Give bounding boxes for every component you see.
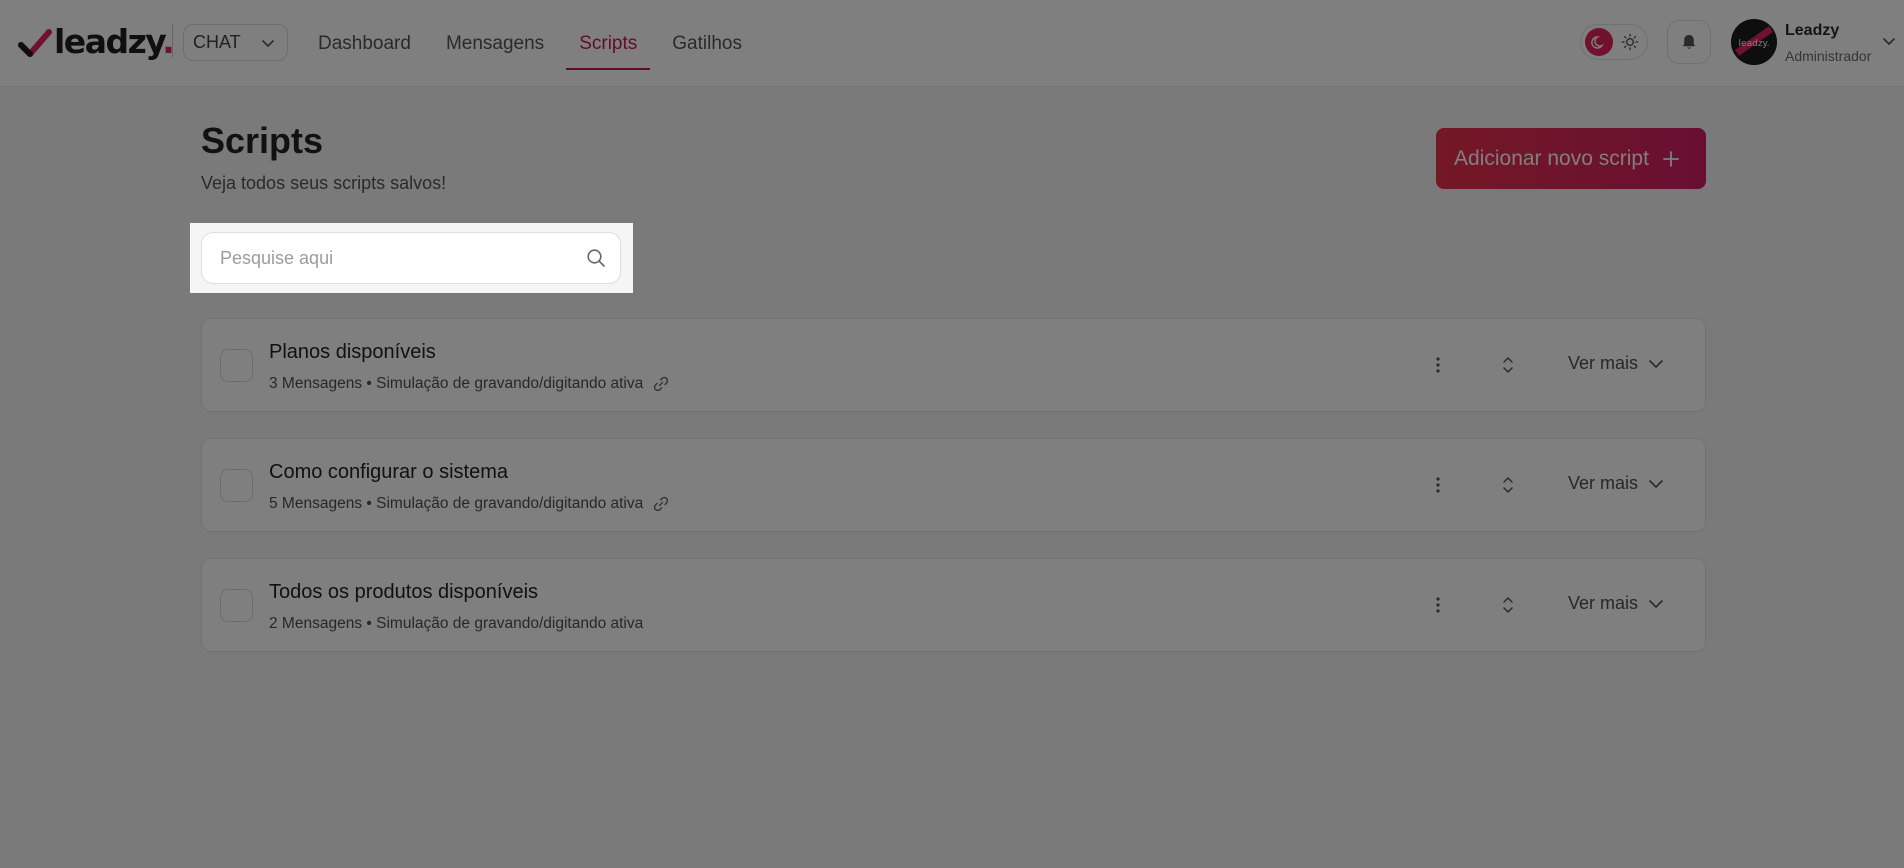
link-icon[interactable]	[652, 495, 670, 513]
nav-item-mensagens[interactable]: Mensagens	[446, 0, 544, 87]
user-avatar[interactable]: leadzy.	[1731, 19, 1777, 65]
user-menu-chevron-icon[interactable]	[1882, 34, 1896, 48]
see-more-label: Ver mais	[1568, 353, 1639, 373]
script-meta: 2 Mensagens • Simulação de gravando/digi…	[269, 615, 643, 633]
notifications-button[interactable]	[1667, 20, 1711, 64]
bell-icon	[1682, 35, 1696, 49]
script-title: Planos disponíveis	[269, 341, 436, 363]
sort-chevrons-icon	[1503, 477, 1513, 493]
reorder-handle[interactable]	[1498, 353, 1518, 377]
overlay-left	[0, 223, 190, 293]
main-nav: Dashboard Mensagens Scripts Gatilhos	[318, 0, 777, 87]
script-message-count: 2 Mensagens	[269, 615, 363, 632]
logo-text: leadzy.	[54, 22, 175, 61]
meta-separator: •	[366, 615, 372, 632]
script-meta: 5 Mensagens • Simulação de gravando/digi…	[269, 495, 670, 513]
spotlight-frame	[190, 223, 633, 293]
script-simulation-status: Simulação de gravando/digitando ativa	[376, 615, 644, 632]
page-title: Scripts	[201, 120, 324, 161]
see-more-button[interactable]: Ver mais	[1568, 593, 1664, 614]
top-header: leadzy. CHAT Dashboard Mensagens Scripts…	[0, 0, 1904, 87]
script-title: Todos os produtos disponíveis	[269, 581, 539, 603]
chevron-down-icon	[1649, 359, 1663, 368]
dark-mode-button[interactable]	[1585, 28, 1613, 56]
more-options-button[interactable]	[1428, 593, 1448, 617]
add-script-label: Adicionar novo script	[1454, 146, 1649, 170]
vertical-dots-icon	[1436, 357, 1440, 373]
channel-select-value: CHAT	[193, 32, 241, 52]
nav-item-dashboard[interactable]: Dashboard	[318, 0, 411, 87]
meta-separator: •	[366, 375, 372, 392]
vertical-dots-icon	[1436, 597, 1440, 613]
sort-chevrons-icon	[1503, 357, 1513, 373]
check-logo-icon	[18, 29, 52, 57]
theme-toggle[interactable]	[1580, 24, 1648, 60]
script-checkbox[interactable]	[220, 469, 253, 502]
script-card-planos: Planos disponíveis 3 Mensagens • Simulaç…	[201, 318, 1706, 412]
script-card-produtos: Todos os produtos disponíveis 2 Mensagen…	[201, 558, 1706, 652]
script-simulation-status: Simulação de gravando/digitando ativa	[376, 375, 644, 392]
script-message-count: 3 Mensagens	[269, 375, 363, 392]
plus-icon	[1663, 150, 1679, 167]
script-checkbox[interactable]	[220, 349, 253, 382]
script-card-configurar: Como configurar o sistema 5 Mensagens • …	[201, 438, 1706, 532]
light-mode-button[interactable]	[1619, 31, 1641, 53]
see-more-button[interactable]: Ver mais	[1568, 473, 1664, 494]
sun-icon	[1621, 33, 1639, 51]
more-options-button[interactable]	[1428, 473, 1448, 497]
header-divider	[172, 24, 173, 58]
svg-text:leadzy.: leadzy.	[1739, 39, 1770, 49]
see-more-label: Ver mais	[1568, 473, 1639, 493]
chevron-down-icon	[1649, 479, 1663, 488]
see-more-button[interactable]: Ver mais	[1568, 353, 1664, 374]
nav-item-gatilhos[interactable]: Gatilhos	[672, 0, 742, 87]
overlay-right	[633, 223, 1904, 293]
leadzy-logo[interactable]: leadzy.	[18, 20, 175, 61]
vertical-dots-icon	[1436, 477, 1440, 493]
sort-chevrons-icon	[1503, 597, 1513, 613]
chevron-down-icon	[262, 40, 274, 47]
script-simulation-status: Simulação de gravando/digitando ativa	[376, 495, 644, 512]
channel-select[interactable]: CHAT	[183, 24, 288, 61]
nav-item-scripts[interactable]: Scripts	[566, 0, 651, 87]
avatar-logo-icon: leadzy.	[1731, 19, 1777, 65]
see-more-label: Ver mais	[1568, 593, 1639, 613]
chevron-down-icon	[1649, 599, 1663, 608]
page-subtitle: Veja todos seus scripts salvos!	[201, 173, 447, 193]
user-role: Administrador	[1785, 48, 1872, 64]
script-message-count: 5 Mensagens	[269, 495, 363, 512]
reorder-handle[interactable]	[1498, 473, 1518, 497]
link-icon[interactable]	[652, 375, 670, 393]
script-title: Como configurar o sistema	[269, 461, 508, 483]
user-name: Leadzy	[1785, 22, 1840, 39]
more-options-button[interactable]	[1428, 353, 1448, 377]
script-checkbox[interactable]	[220, 589, 253, 622]
meta-separator: •	[366, 495, 372, 512]
add-script-button[interactable]: Adicionar novo script	[1436, 128, 1706, 189]
script-meta: 3 Mensagens • Simulação de gravando/digi…	[269, 375, 670, 393]
moon-icon	[1591, 36, 1605, 49]
reorder-handle[interactable]	[1498, 593, 1518, 617]
